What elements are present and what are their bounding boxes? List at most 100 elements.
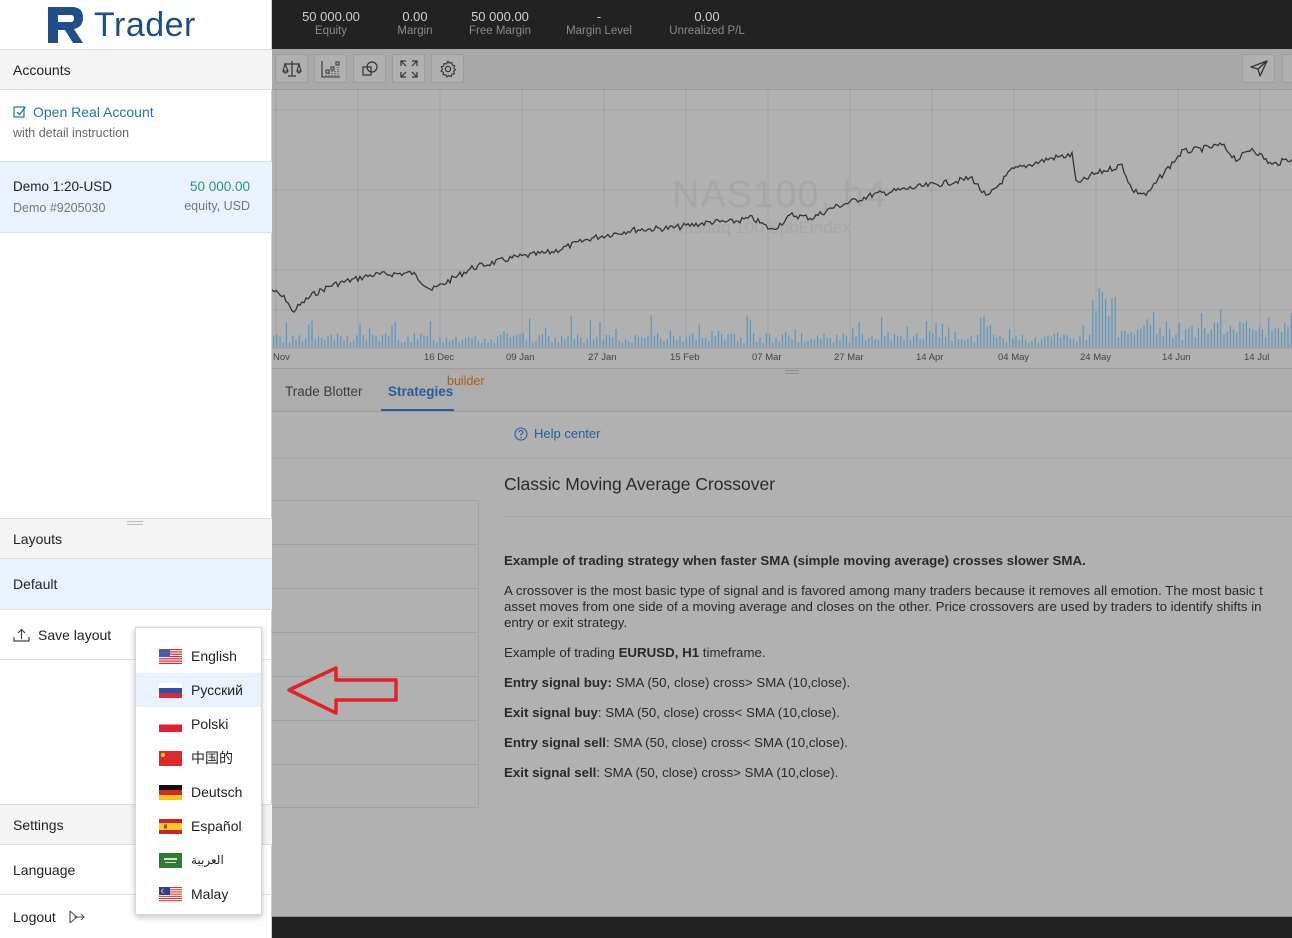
volume-bar — [762, 342, 764, 347]
balance-button[interactable] — [275, 54, 308, 83]
volume-bar — [1274, 327, 1276, 347]
strategy-paragraph: A crossover is the most basic type of si… — [504, 583, 1292, 631]
language-option-spanish[interactable]: Español — [136, 809, 261, 843]
volume-bar — [359, 324, 361, 347]
volume-bar — [861, 334, 863, 347]
volume-bar — [1057, 332, 1059, 347]
volume-bar — [996, 337, 998, 347]
layouts-header-label: Layouts — [13, 530, 63, 547]
volume-bar — [1111, 298, 1113, 347]
open-real-account-link[interactable]: Open Real Account — [33, 104, 154, 120]
title-divider — [504, 516, 1292, 517]
volume-bar — [1117, 337, 1119, 347]
signal-exit-buy: Exit signal buy: SMA (50, close) cross< … — [504, 705, 840, 720]
strategy-list-row[interactable] — [272, 721, 478, 765]
x-tick-label: 09 Jan — [506, 352, 535, 363]
strategy-list-row[interactable] — [272, 545, 478, 589]
volume-bar — [951, 340, 953, 347]
layers-icon — [361, 60, 378, 76]
language-option-polish[interactable]: Polski — [136, 707, 261, 741]
stat-margin: 0.00 Margin — [390, 9, 440, 38]
volume-bar — [644, 337, 646, 347]
volume-bar — [724, 339, 726, 347]
x-tick-label: 04 May — [998, 352, 1029, 363]
volume-bar — [321, 337, 323, 347]
volume-bar — [1021, 334, 1023, 347]
volume-bar — [346, 335, 348, 347]
send-order-button[interactable] — [1242, 54, 1275, 83]
volume-bar — [977, 335, 979, 347]
account-equity-label: equity, USD — [184, 199, 250, 213]
volume-bar — [983, 316, 985, 347]
volume-bar — [989, 325, 991, 347]
example-suffix: timeframe. — [699, 645, 766, 660]
account-card[interactable]: Demo 1:20-USD Demo #9205030 50 000.00 eq… — [0, 161, 272, 233]
layers-button[interactable] — [353, 54, 386, 83]
annotation-arrow-icon — [287, 666, 398, 715]
panel-resize-handle[interactable] — [127, 521, 143, 525]
volume-bar — [519, 334, 521, 347]
volume-bar — [746, 315, 748, 347]
volume-bar — [957, 339, 959, 347]
volume-bar — [1149, 324, 1151, 347]
volume-bar — [1050, 336, 1052, 347]
account-equity: 50 000.00 — [189, 179, 250, 194]
language-option-russian[interactable]: Русский — [136, 673, 261, 707]
volume-bar — [289, 342, 291, 347]
volume-bar — [308, 324, 310, 347]
fullscreen-button[interactable] — [392, 54, 425, 83]
volume-bar — [580, 337, 582, 347]
volume-bar — [1101, 291, 1103, 347]
volume-bar — [337, 333, 339, 347]
volume-bar — [455, 336, 457, 347]
volume-bar — [573, 339, 575, 347]
volume-bar — [503, 331, 505, 347]
language-option-chinese[interactable]: 中国的 — [136, 741, 261, 775]
toolbar-overflow-button[interactable] — [1282, 54, 1292, 83]
volume-bar — [583, 342, 585, 347]
volume-bar — [279, 336, 281, 347]
volume-bar — [436, 342, 438, 347]
volume-bar — [689, 335, 691, 347]
layout-item-default[interactable]: Default — [0, 559, 272, 610]
language-option-malay[interactable]: Malay — [136, 877, 261, 911]
tab-trade-blotter[interactable]: Trade Blotter — [285, 384, 363, 399]
language-option-arabic[interactable]: العربية — [136, 843, 261, 877]
tab-strategies[interactable]: Strategies — [388, 384, 453, 399]
volume-bar — [516, 334, 518, 347]
volume-bar — [605, 334, 607, 347]
volume-bar — [1127, 333, 1129, 347]
language-option-label: English — [191, 648, 237, 664]
strategy-list-row[interactable] — [272, 589, 478, 633]
logo[interactable]: Trader — [46, 4, 196, 46]
open-real-account[interactable]: Open Real Account with detail instructio… — [13, 104, 154, 140]
volume-bar — [577, 334, 579, 347]
volume-bar — [1284, 323, 1286, 347]
language-option-german[interactable]: Deutsch — [136, 775, 261, 809]
indicators-button[interactable] — [314, 54, 347, 83]
help-center-link[interactable]: Help center — [514, 426, 600, 441]
volume-bar — [1210, 329, 1212, 347]
volume-bar — [913, 336, 915, 347]
chart-canvas: Nov 16 Dec 09 Jan 27 Jan 15 Feb 07 Mar 27 Mar 1… — [272, 90, 1292, 363]
x-tick-label: 24 May — [1080, 352, 1111, 363]
strategy-list-row[interactable] — [272, 765, 478, 809]
volume-bar — [900, 336, 902, 347]
volume-bar — [1130, 332, 1132, 347]
chart-settings-button[interactable] — [431, 54, 464, 83]
x-tick-label: 27 Mar — [834, 352, 864, 363]
volume-bar — [778, 341, 780, 347]
volume-bar — [641, 337, 643, 347]
price-chart[interactable]: NAS100, h4 Nasdaq 100 SpbEindex Nov 16 De… — [272, 90, 1292, 368]
settings-header-label: Settings — [13, 816, 64, 833]
paragraph-line: A crossover is the most basic type of si… — [504, 583, 1263, 598]
stat-value: 50 000.00 — [471, 9, 529, 24]
volume-bar — [1249, 328, 1251, 347]
language-option-english[interactable]: English — [136, 639, 261, 673]
volume-bar — [532, 342, 534, 347]
volume-bar — [426, 335, 428, 347]
volume-bar — [692, 333, 694, 347]
strategy-list-row[interactable] — [272, 501, 478, 545]
volume-bar — [657, 333, 659, 347]
volume-bar — [1172, 338, 1174, 347]
